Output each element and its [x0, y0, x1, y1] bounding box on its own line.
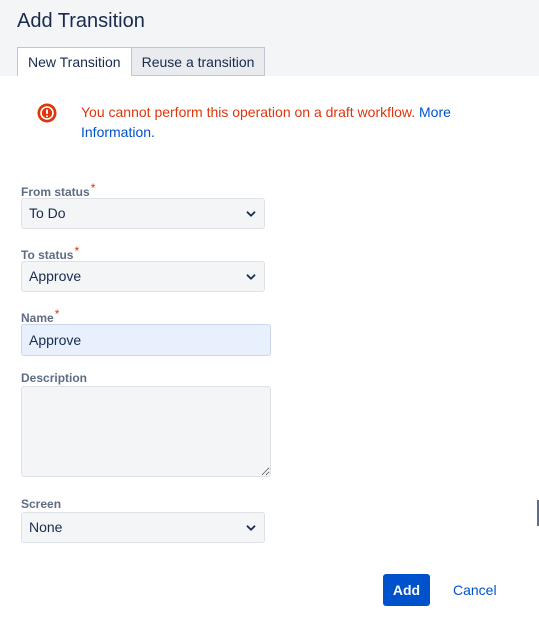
chevron-down-icon: [246, 525, 256, 531]
chevron-down-icon: [246, 211, 256, 217]
name-input[interactable]: [21, 324, 271, 356]
dialog-header: Add Transition New Transition Reuse a tr…: [0, 0, 539, 77]
tab-bar: New Transition Reuse a transition: [17, 47, 266, 77]
dialog-title: Add Transition: [17, 10, 145, 32]
error-circle-icon: [37, 103, 57, 123]
chevron-down-icon: [246, 274, 256, 280]
required-marker: *: [90, 181, 96, 195]
screen-label: Screen: [21, 497, 61, 511]
required-marker: *: [54, 307, 60, 321]
error-message-text: You cannot perform this operation on a d…: [81, 104, 416, 120]
description-label: Description: [21, 371, 87, 385]
to-status-label: To status*: [21, 244, 79, 262]
screen-select[interactable]: None: [21, 512, 265, 543]
dialog-content: You cannot perform this operation on a d…: [0, 76, 539, 628]
name-label: Name*: [21, 307, 59, 325]
from-status-label-text: From status: [21, 185, 90, 199]
to-status-label-text: To status: [21, 248, 74, 262]
tab-new-transition[interactable]: New Transition: [17, 47, 132, 77]
to-status-value: Approve: [29, 268, 82, 284]
screen-value: None: [29, 519, 63, 535]
cancel-button[interactable]: Cancel: [447, 574, 503, 606]
required-marker: *: [74, 244, 80, 258]
from-status-value: To Do: [29, 205, 66, 221]
from-status-select[interactable]: To Do: [21, 198, 265, 229]
description-label-text: Description: [21, 371, 88, 385]
add-transition-dialog: Add Transition New Transition Reuse a tr…: [0, 0, 539, 628]
description-textarea[interactable]: [21, 386, 271, 477]
screen-label-text: Screen: [21, 497, 62, 511]
to-status-select[interactable]: Approve: [21, 261, 265, 292]
from-status-label: From status*: [21, 181, 95, 199]
name-label-text: Name: [21, 311, 54, 325]
add-button[interactable]: Add: [383, 574, 430, 606]
error-text: You cannot perform this operation on a d…: [81, 102, 481, 142]
tab-reuse-transition[interactable]: Reuse a transition: [131, 47, 266, 76]
